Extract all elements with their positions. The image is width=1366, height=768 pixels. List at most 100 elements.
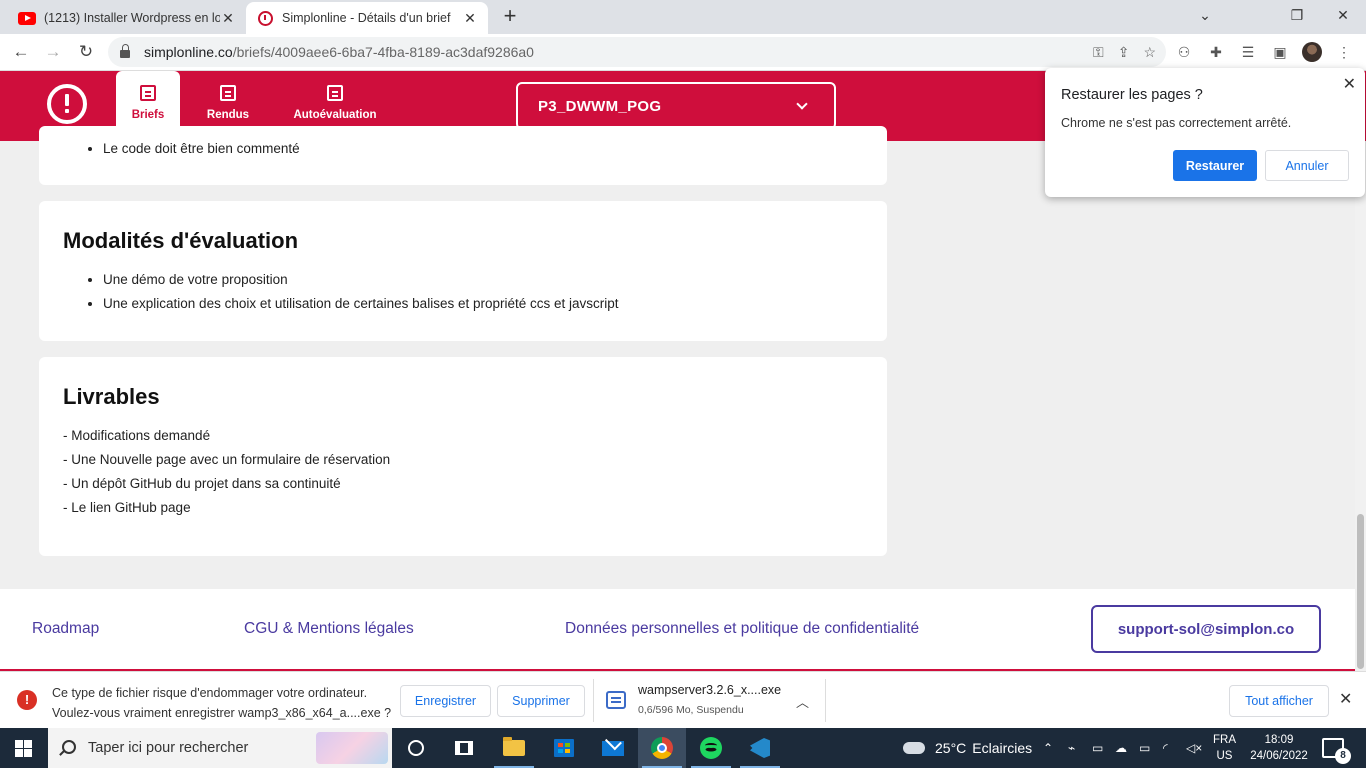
download-file-name[interactable]: wampserver3.2.6_x....exe xyxy=(638,683,781,697)
new-tab-button[interactable]: + xyxy=(498,4,522,28)
section-title: Modalités d'évaluation xyxy=(63,228,299,253)
support-email-button[interactable]: support-sol@simplon.co xyxy=(1091,605,1321,653)
section-title: Livrables xyxy=(63,384,160,409)
vscode-icon[interactable] xyxy=(736,728,784,768)
previous-card: Le code doit être bien commenté xyxy=(39,126,887,185)
share-icon[interactable]: ⇪ xyxy=(1118,44,1130,61)
profile-avatar[interactable] xyxy=(1302,42,1322,62)
task-view-icon[interactable] xyxy=(440,728,488,768)
warning-icon: ! xyxy=(17,690,37,710)
puzzle-icon[interactable]: ✚ xyxy=(1206,42,1226,62)
search-highlight-image xyxy=(316,732,388,764)
file-icon xyxy=(606,691,626,709)
mail-icon[interactable] xyxy=(589,728,637,768)
close-download-bar-icon[interactable]: ✕ xyxy=(1339,689,1352,709)
simplon-icon xyxy=(256,10,274,26)
divider xyxy=(593,679,594,722)
inbox-icon xyxy=(220,85,236,101)
nav-label: Briefs xyxy=(131,109,165,121)
youtube-icon xyxy=(18,10,36,26)
weather-widget[interactable]: 25°C Eclaircies xyxy=(903,728,1032,768)
search-placeholder: Taper ici pour rechercher xyxy=(88,740,249,756)
browser-tab-bar: (1213) Installer Wordpress en loc ✕ Simp… xyxy=(0,0,1366,34)
scrollbar-thumb[interactable] xyxy=(1357,514,1364,669)
wifi-icon[interactable]: ◜ xyxy=(1163,728,1168,768)
tab-title: (1213) Installer Wordpress en loc xyxy=(44,11,220,25)
key-icon[interactable]: ⚿ xyxy=(1093,44,1104,61)
lock-icon[interactable] xyxy=(120,44,130,58)
show-all-button[interactable]: Tout afficher xyxy=(1229,685,1329,717)
spotify-icon[interactable] xyxy=(687,728,735,768)
dialog-message: Chrome ne s'est pas correctement arrêté. xyxy=(1061,116,1292,130)
tab-search-icon[interactable]: ⌄ xyxy=(1182,0,1228,30)
restore-window-icon[interactable]: ❐ xyxy=(1274,0,1320,30)
camera-icon[interactable]: ▭ xyxy=(1092,728,1103,768)
chevron-down-icon xyxy=(796,98,808,110)
taskbar-search[interactable]: Taper ici pour rechercher xyxy=(48,728,392,768)
store-icon[interactable] xyxy=(540,728,588,768)
footer-link-roadmap[interactable]: Roadmap xyxy=(32,620,99,638)
tab-close-icon[interactable]: ✕ xyxy=(462,10,478,27)
save-button[interactable]: Enregistrer xyxy=(400,685,491,717)
weather-icon xyxy=(903,736,925,754)
reload-button[interactable]: ↻ xyxy=(73,39,99,65)
warning-line-2: Voulez-vous vraiment enregistrer wamp3_x… xyxy=(52,706,392,720)
sidebar-icon[interactable]: ▣ xyxy=(1270,42,1290,62)
warning-line-1: Ce type de fichier risque d'endommager v… xyxy=(52,686,368,700)
weather-desc: Eclaircies xyxy=(972,740,1033,756)
extension-icon[interactable]: ⚇ xyxy=(1174,42,1194,62)
checklist-icon xyxy=(327,85,343,101)
browser-toolbar: ← → ↻ simplonline.co/briefs/4009aee6-6ba… xyxy=(0,34,1366,71)
close-window-icon[interactable]: ✕ xyxy=(1320,0,1366,30)
language-line-2: US xyxy=(1216,750,1233,762)
clock[interactable]: 18:09 24/06/2022 xyxy=(1244,732,1314,764)
weather-temp: 25°C xyxy=(935,740,967,756)
star-icon[interactable]: ☆ xyxy=(1143,44,1156,61)
nav-label: Rendus xyxy=(206,109,250,121)
chevron-up-icon[interactable]: ︿ xyxy=(796,692,809,711)
tray-expand-icon[interactable]: ⌃ xyxy=(1043,728,1053,768)
simplon-logo[interactable] xyxy=(47,84,87,124)
battery-icon[interactable]: ▭ xyxy=(1139,728,1150,768)
tab-simplonline[interactable]: Simplonline - Détails d'un brief ✕ xyxy=(246,2,488,34)
address-bar[interactable]: simplonline.co/briefs/4009aee6-6ba7-4fba… xyxy=(108,37,1166,67)
restore-button[interactable]: Restaurer xyxy=(1173,150,1257,181)
onedrive-icon[interactable]: ☁ xyxy=(1115,728,1127,768)
list-item: - Le lien GitHub page xyxy=(63,500,191,515)
livrables-card: Livrables - Modifications demandé - Une … xyxy=(39,357,887,556)
notification-count: 8 xyxy=(1335,748,1351,764)
language-line-1: FRA xyxy=(1213,734,1236,746)
reading-list-icon[interactable]: ☰ xyxy=(1238,42,1258,62)
url-path: /briefs/4009aee6-6ba7-4fba-8189-ac3daf92… xyxy=(232,44,534,60)
chrome-icon[interactable] xyxy=(638,728,686,768)
footer-link-privacy[interactable]: Données personnelles et politique de con… xyxy=(565,620,919,638)
volume-icon[interactable]: ◁× xyxy=(1186,728,1202,768)
usb-icon[interactable]: ⌁ xyxy=(1068,728,1075,768)
windows-taskbar: Taper ici pour rechercher 25°C Eclaircie… xyxy=(0,728,1366,768)
tab-close-icon[interactable]: ✕ xyxy=(220,10,236,27)
back-button[interactable]: ← xyxy=(8,39,34,65)
forward-button[interactable]: → xyxy=(40,39,66,65)
tab-youtube[interactable]: (1213) Installer Wordpress en loc ✕ xyxy=(8,2,246,34)
download-warning: Ce type de fichier risque d'endommager v… xyxy=(52,683,391,723)
clock-date: 24/06/2022 xyxy=(1250,750,1308,762)
windows-start-icon[interactable] xyxy=(15,740,32,757)
dialog-title: Restaurer les pages ? xyxy=(1061,87,1203,103)
url-host: simplonline.co xyxy=(144,44,233,60)
list-item: Une explication des choix et utilisation… xyxy=(103,294,619,318)
file-explorer-icon[interactable] xyxy=(490,728,538,768)
clipboard-icon xyxy=(140,85,156,101)
delete-button[interactable]: Supprimer xyxy=(497,685,585,717)
language-indicator[interactable]: FRA US xyxy=(1213,728,1236,768)
promo-select[interactable]: P3_DWWM_POG xyxy=(516,82,836,130)
nav-label: Autoévaluation xyxy=(293,109,377,121)
close-icon[interactable]: ✕ xyxy=(1343,74,1356,94)
page-scrollbar[interactable] xyxy=(1355,141,1366,671)
cortana-icon[interactable] xyxy=(392,728,440,768)
menu-icon[interactable]: ⋮ xyxy=(1334,42,1354,62)
footer-link-cgu[interactable]: CGU & Mentions légales xyxy=(244,620,414,638)
promo-value: P3_DWWM_POG xyxy=(538,97,662,115)
list-item: - Modifications demandé xyxy=(63,428,211,443)
cancel-button[interactable]: Annuler xyxy=(1265,150,1349,181)
list-item: - Un dépôt GitHub du projet dans sa cont… xyxy=(63,476,341,491)
